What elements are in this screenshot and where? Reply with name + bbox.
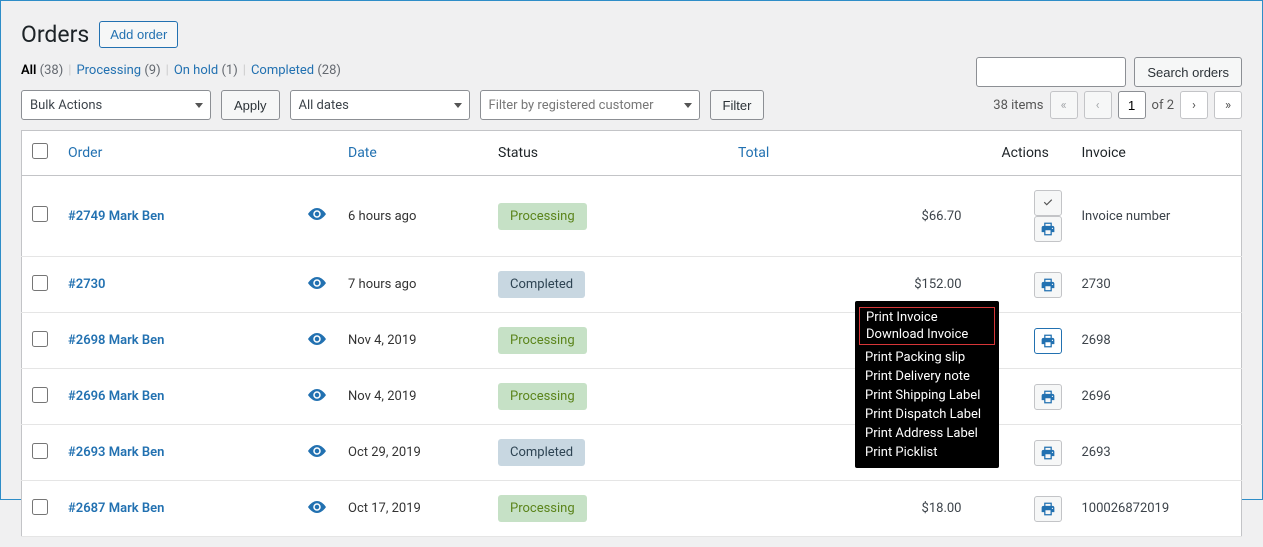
page-next[interactable]: ›	[1180, 91, 1208, 119]
status-badge: Processing	[498, 203, 587, 230]
table-row: #2693 Mark BenOct 29, 2019Completed$51.7…	[22, 425, 1242, 481]
col-invoice: Invoice	[1072, 131, 1242, 176]
filter-processing[interactable]: Processing (9)	[76, 63, 160, 78]
row-checkbox[interactable]	[32, 387, 48, 403]
print-action-icon[interactable]	[1034, 216, 1062, 242]
invoice-number: Invoice number	[1072, 176, 1242, 257]
customer-filter[interactable]: Filter by registered customer	[480, 90, 700, 120]
date-filter-select[interactable]: All dates	[290, 90, 470, 120]
preview-icon[interactable]	[308, 209, 326, 224]
bulk-actions-select[interactable]: Bulk Actions	[21, 90, 211, 120]
status-badge: Completed	[498, 271, 585, 298]
page-title: Orders	[21, 21, 89, 48]
row-checkbox[interactable]	[32, 443, 48, 459]
page-of: of 2	[1152, 98, 1174, 113]
table-row: #2749 Mark Ben 6 hours ago Processing $66.7…	[22, 176, 1242, 257]
col-total[interactable]: Total	[728, 131, 992, 176]
order-date: Nov 4, 2019	[338, 369, 488, 425]
menu-print-shipping[interactable]: Print Shipping Label	[855, 386, 999, 405]
status-badge: Processing	[498, 495, 587, 522]
invoice-number: 100026872019	[1072, 481, 1242, 537]
order-link[interactable]: #2687 Mark Ben	[68, 501, 164, 516]
menu-print-dispatch[interactable]: Print Dispatch Label	[855, 405, 999, 424]
invoice-number: 2693	[1072, 425, 1242, 481]
status-badge: Processing	[498, 383, 587, 410]
page-first[interactable]: «	[1050, 91, 1078, 119]
preview-icon[interactable]	[308, 390, 326, 405]
menu-print-delivery[interactable]: Print Delivery note	[855, 367, 999, 386]
menu-print-address[interactable]: Print Address Label	[855, 424, 999, 443]
print-action-icon[interactable]	[1034, 272, 1062, 298]
status-badge: Processing	[498, 327, 587, 354]
col-status: Status	[488, 131, 728, 176]
page-input[interactable]	[1118, 91, 1146, 119]
print-actions-menu: Print Invoice Download Invoice Print Pac…	[855, 301, 999, 468]
page-last[interactable]: »	[1214, 91, 1242, 119]
print-action-icon[interactable]	[1034, 384, 1062, 410]
col-order[interactable]: Order	[58, 131, 338, 176]
invoice-number: 2698	[1072, 313, 1242, 369]
order-date: 6 hours ago	[338, 176, 488, 257]
table-row: #27307 hours agoCompleted$152.002730	[22, 257, 1242, 313]
table-row: #2687 Mark Ben Oct 17, 2019 Processing $18.…	[22, 481, 1242, 537]
print-action-icon[interactable]	[1034, 440, 1062, 466]
preview-icon[interactable]	[308, 502, 326, 517]
items-count: 38 items	[993, 98, 1043, 113]
order-link[interactable]: #2749 Mark Ben	[68, 209, 164, 224]
filter-completed[interactable]: Completed (28)	[251, 63, 341, 78]
orders-table: Order Date Status Total Actions Invoice …	[21, 130, 1242, 537]
print-action-icon[interactable]	[1034, 496, 1062, 522]
row-checkbox[interactable]	[32, 331, 48, 347]
print-action-icon[interactable]	[1034, 328, 1062, 354]
row-checkbox[interactable]	[32, 275, 48, 291]
order-total: $66.70	[728, 176, 992, 257]
filter-onhold[interactable]: On hold (1)	[174, 63, 238, 78]
order-link[interactable]: #2693 Mark Ben	[68, 445, 164, 460]
apply-button[interactable]: Apply	[221, 90, 280, 120]
page-prev[interactable]: ‹	[1084, 91, 1112, 119]
row-checkbox[interactable]	[32, 499, 48, 515]
order-link[interactable]: #2730	[68, 277, 105, 292]
filter-all[interactable]: All	[21, 63, 36, 78]
order-date: Nov 4, 2019	[338, 313, 488, 369]
table-row: #2698 Mark BenNov 4, 2019Processing$28.7…	[22, 313, 1242, 369]
order-total: $18.00	[728, 481, 992, 537]
preview-icon[interactable]	[308, 446, 326, 461]
select-all-checkbox[interactable]	[32, 143, 48, 159]
invoice-number: 2696	[1072, 369, 1242, 425]
filter-button[interactable]: Filter	[710, 90, 765, 120]
order-date: 7 hours ago	[338, 257, 488, 313]
complete-action-icon[interactable]	[1034, 190, 1062, 216]
preview-icon[interactable]	[308, 278, 326, 293]
search-button[interactable]: Search orders	[1134, 57, 1242, 87]
preview-icon[interactable]	[308, 334, 326, 349]
invoice-number: 2730	[1072, 257, 1242, 313]
status-badge: Completed	[498, 439, 585, 466]
col-actions: Actions	[992, 131, 1072, 176]
order-link[interactable]: #2698 Mark Ben	[68, 333, 164, 348]
order-date: Oct 29, 2019	[338, 425, 488, 481]
add-order-button[interactable]: Add order	[99, 21, 178, 48]
table-row: #2696 Mark BenNov 4, 2019Processing$18.4…	[22, 369, 1242, 425]
menu-print-packing[interactable]: Print Packing slip	[855, 348, 999, 367]
order-date: Oct 17, 2019	[338, 481, 488, 537]
menu-download-invoice[interactable]: Download Invoice	[860, 326, 994, 343]
search-input[interactable]	[976, 57, 1126, 87]
menu-print-invoice[interactable]: Print Invoice	[860, 309, 994, 326]
col-date[interactable]: Date	[338, 131, 488, 176]
order-link[interactable]: #2696 Mark Ben	[68, 389, 164, 404]
row-checkbox[interactable]	[32, 206, 48, 222]
menu-print-picklist[interactable]: Print Picklist	[855, 443, 999, 462]
